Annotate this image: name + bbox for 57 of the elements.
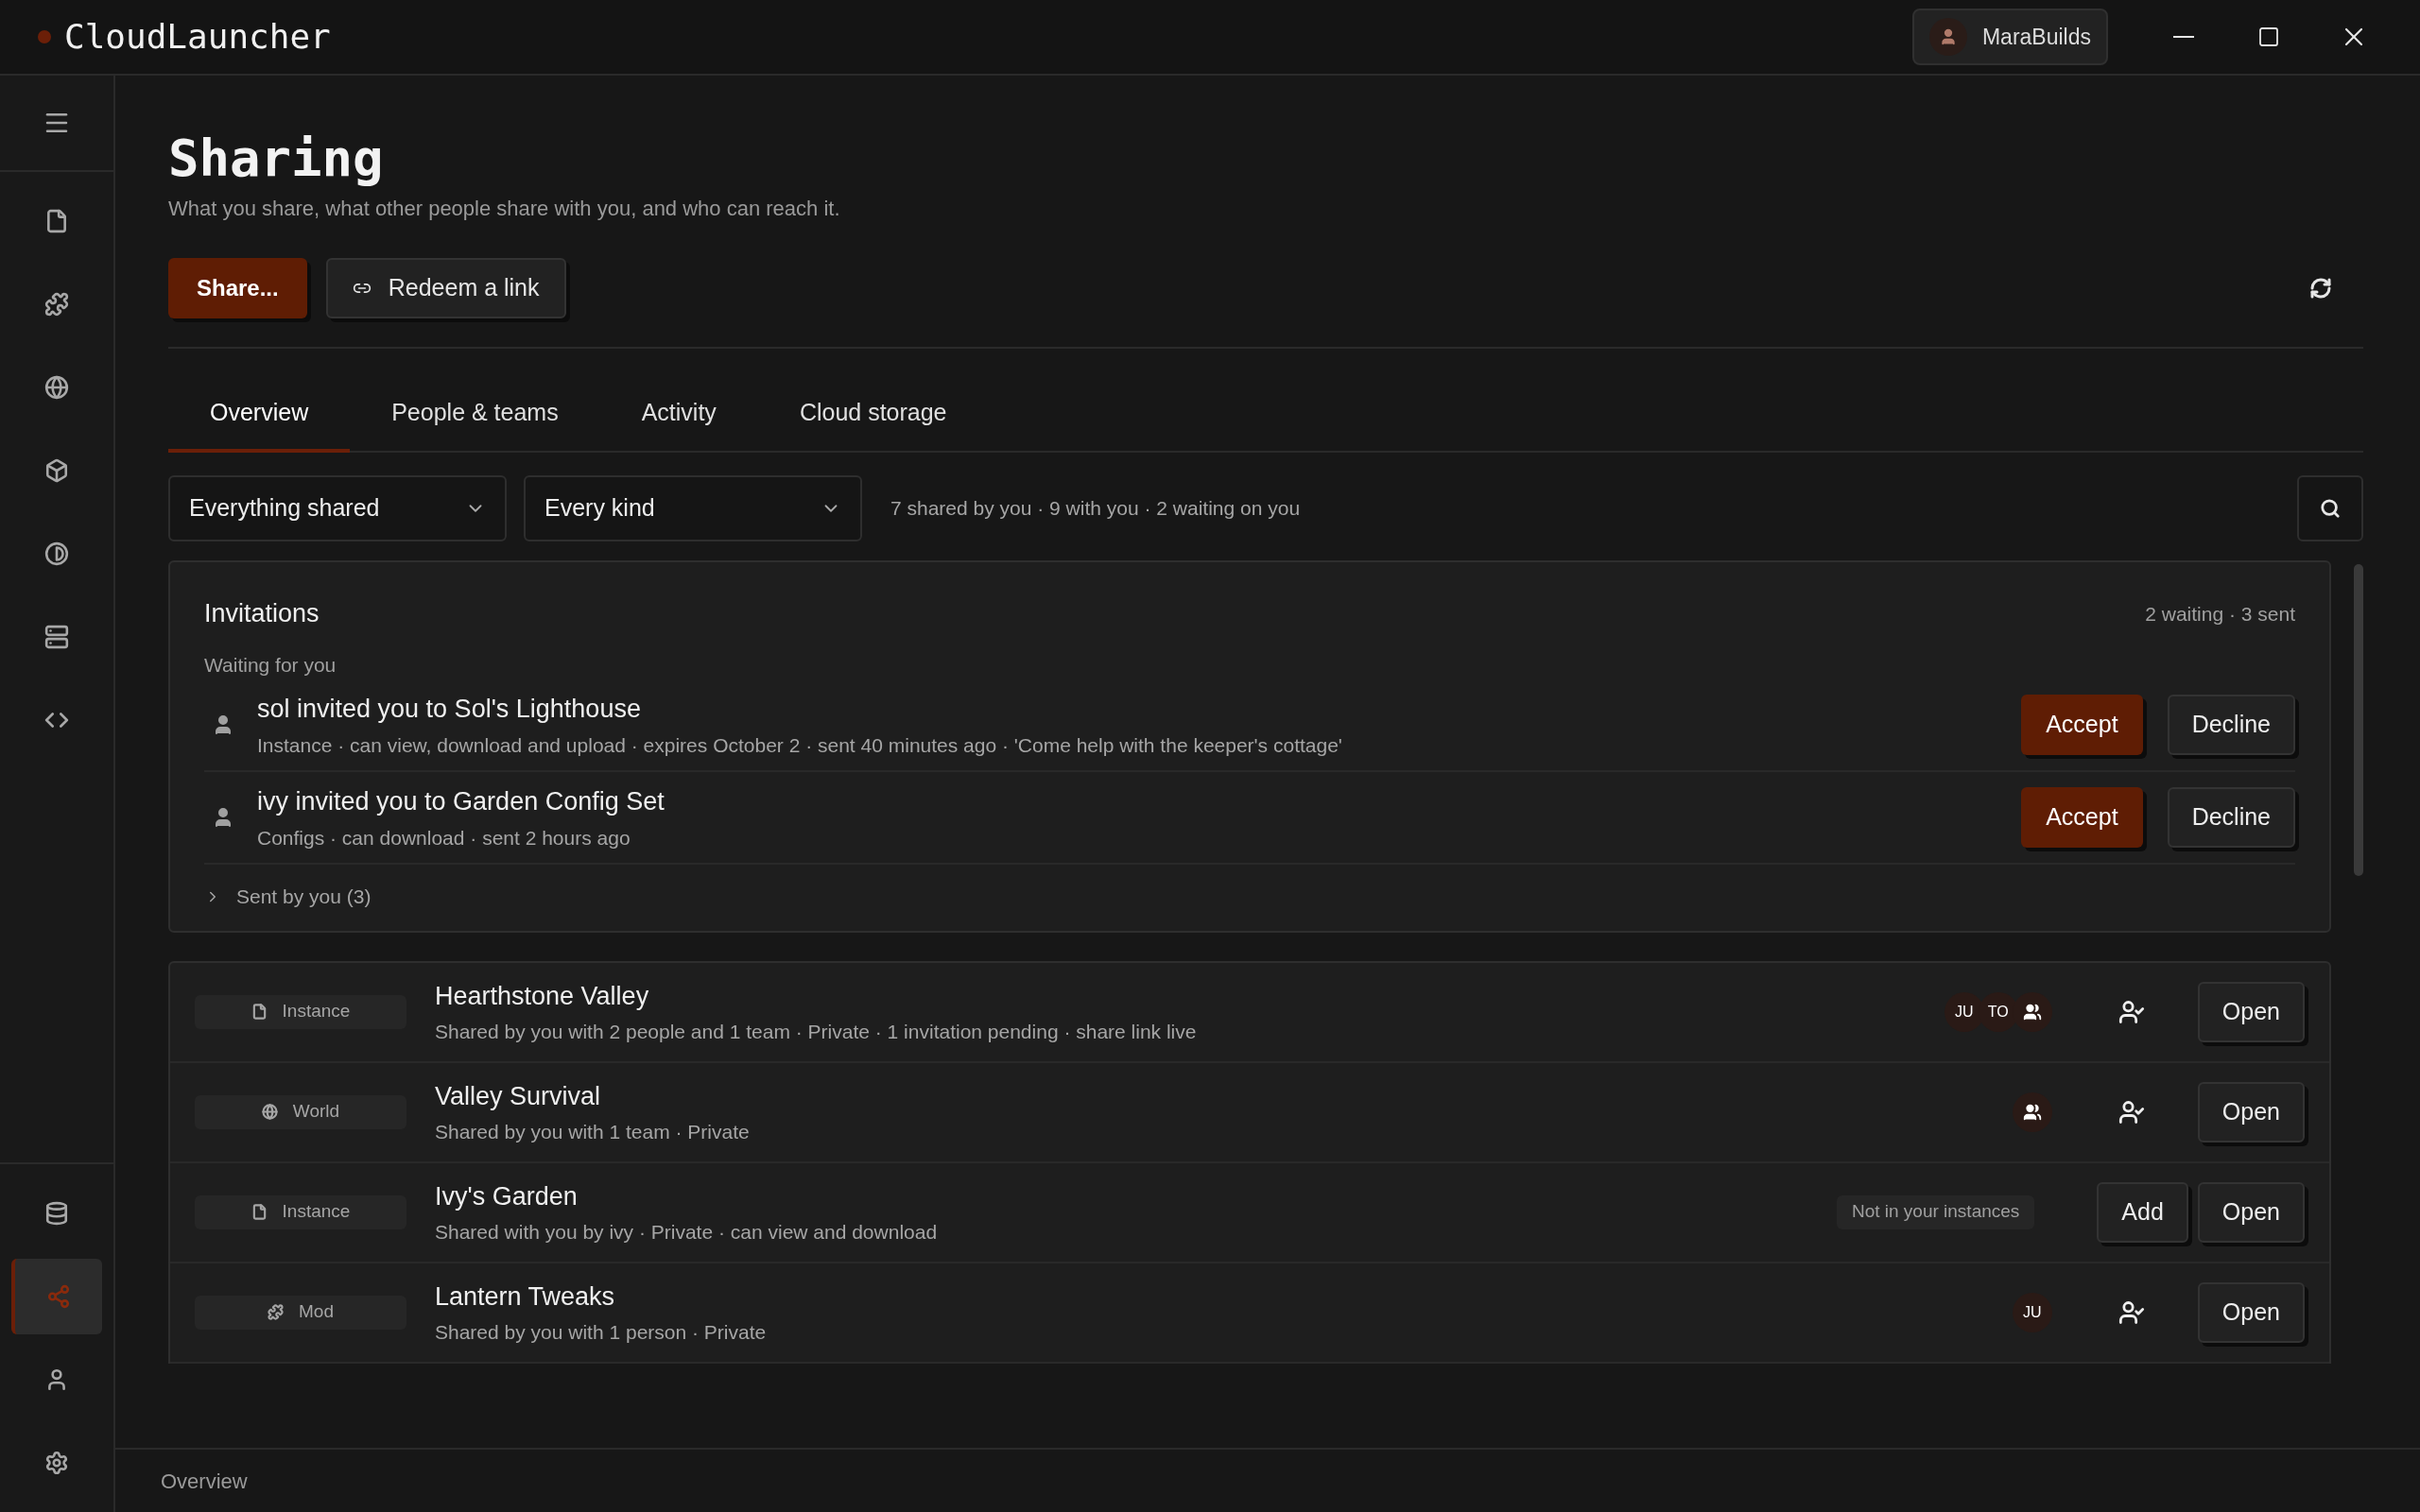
share-details: Shared by you with 1 team · Private bbox=[435, 1120, 751, 1144]
summary-text: 7 shared by you · 9 with you · 2 waiting on you bbox=[890, 496, 1301, 522]
file-icon bbox=[251, 1204, 268, 1220]
people-icon bbox=[2022, 1002, 2042, 1022]
puzzle-icon bbox=[44, 292, 69, 317]
user-check-icon[interactable] bbox=[2118, 998, 2145, 1025]
people-icon bbox=[2022, 1102, 2042, 1122]
globe-icon bbox=[261, 1104, 278, 1120]
share-details: Shared by you with 1 person · Private bbox=[435, 1320, 768, 1345]
sent-toggle[interactable]: Sent by you (3) bbox=[204, 882, 372, 912]
invitation-title: sol invited you to Sol's Lighthouse bbox=[257, 694, 642, 725]
person-avatar: JU bbox=[2012, 1292, 2052, 1332]
server-icon bbox=[44, 625, 69, 649]
tab[interactable]: Overview bbox=[168, 377, 351, 453]
puzzle-icon bbox=[268, 1304, 284, 1320]
status-badge: Not in your instances bbox=[1836, 1194, 2035, 1229]
share-name: Lantern Tweaks bbox=[435, 1280, 616, 1313]
box-icon bbox=[44, 458, 69, 483]
search-icon bbox=[2320, 498, 2341, 519]
database-icon bbox=[44, 1201, 69, 1226]
globe-icon bbox=[44, 375, 69, 400]
refresh-icon bbox=[2309, 277, 2332, 300]
user-check-icon[interactable] bbox=[2118, 1098, 2145, 1125]
invitation-title: ivy invited you to Garden Config Set bbox=[257, 786, 666, 817]
type-tag: Instance bbox=[195, 1194, 406, 1229]
type-tag: World bbox=[195, 1094, 406, 1129]
invitation-count: 2 waiting · 3 sent bbox=[2145, 601, 2295, 627]
page-subtitle: What you share, what other people share with you, and who can reach it. bbox=[168, 196, 841, 222]
share-icon bbox=[46, 1284, 71, 1309]
type-tag: Instance bbox=[195, 994, 406, 1029]
invitation-details: Instance · can view, download and upload · expires October 2 · sent 40 minutes ago · 'Come help with the keeper's cottage' bbox=[257, 732, 1343, 758]
tab[interactable]: Activity bbox=[599, 377, 758, 453]
share-name: Ivy's Garden bbox=[435, 1180, 579, 1212]
minimize-icon bbox=[2173, 36, 2194, 38]
share-name: Hearthstone Valley bbox=[435, 980, 650, 1012]
tab[interactable]: Cloud storage bbox=[757, 377, 989, 453]
section-label: Waiting for you bbox=[204, 652, 337, 678]
type-tag: Mod bbox=[195, 1295, 406, 1330]
account-button[interactable]: MaraBuilds bbox=[1911, 9, 2108, 65]
app-title: CloudLauncher bbox=[64, 16, 331, 58]
status-bar-text: Overview bbox=[161, 1468, 248, 1495]
card-title: Invitations bbox=[204, 598, 320, 629]
share-name: Valley Survival bbox=[435, 1080, 602, 1112]
tab[interactable]: People & teams bbox=[350, 377, 600, 453]
share-details: Shared with you by ivy · Private · can view and download bbox=[435, 1220, 939, 1245]
filter-dropdown[interactable]: Every kind bbox=[524, 475, 862, 541]
user-check-icon[interactable] bbox=[2118, 1298, 2145, 1326]
invitation-details: Configs · can download · sent 2 hours ago bbox=[257, 825, 631, 850]
filter-dropdown[interactable]: Everything shared bbox=[168, 475, 507, 541]
file-icon bbox=[44, 209, 69, 233]
page-title: Sharing bbox=[168, 129, 385, 189]
maximize-icon bbox=[2257, 26, 2280, 48]
file-icon bbox=[251, 1004, 268, 1020]
contrast-icon bbox=[44, 541, 69, 566]
settings-icon bbox=[44, 1451, 69, 1475]
search-button[interactable] bbox=[2297, 475, 2363, 541]
share-details: Shared by you with 2 people and 1 team · Private · 1 invitation pending · share link live bbox=[435, 1020, 1198, 1044]
